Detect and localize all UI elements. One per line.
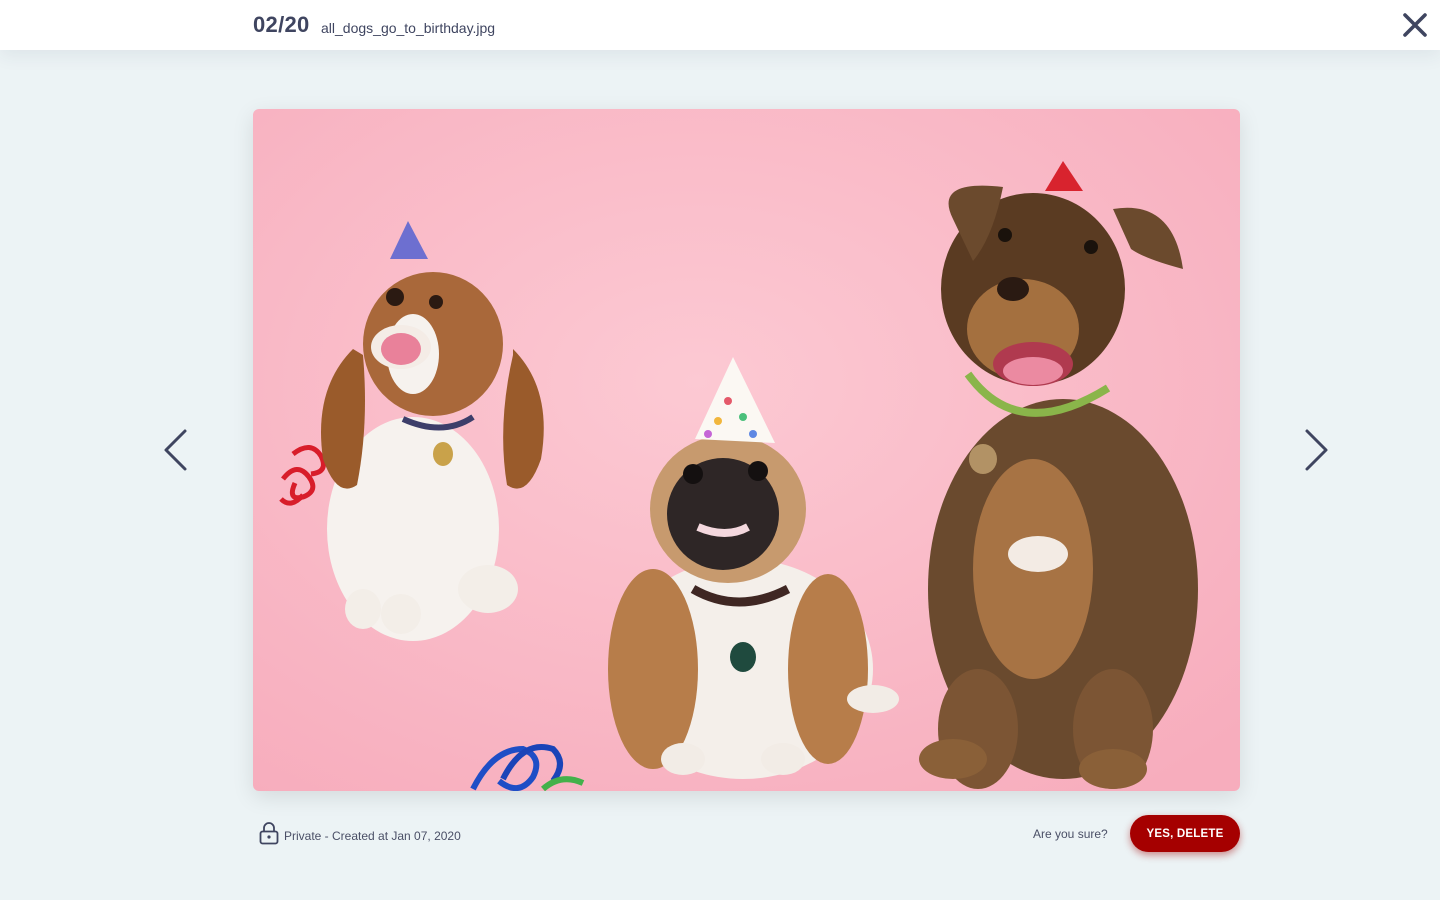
photo-preview bbox=[253, 109, 1240, 791]
image-meta: Private - Created at Jan 07, 2020 bbox=[259, 818, 461, 848]
privacy-created-date: Private - Created at Jan 07, 2020 bbox=[284, 829, 461, 843]
image-filename: all_dogs_go_to_birthday.jpg bbox=[321, 20, 496, 36]
next-image-button[interactable] bbox=[1296, 420, 1336, 480]
lock-icon bbox=[259, 822, 279, 845]
confirm-delete-button[interactable]: YES, DELETE bbox=[1130, 815, 1240, 852]
close-icon bbox=[1403, 13, 1427, 37]
previous-image-button[interactable] bbox=[156, 420, 196, 480]
dogs-photo bbox=[253, 109, 1240, 791]
close-button[interactable] bbox=[1400, 10, 1430, 40]
chevron-left-icon bbox=[164, 429, 187, 471]
delete-confirm-prompt: Are you sure? bbox=[1033, 827, 1108, 841]
chevron-right-icon bbox=[1305, 429, 1328, 471]
image-counter: 02/20 bbox=[253, 12, 310, 37]
viewer-header: 02/20 all_dogs_go_to_birthday.jpg bbox=[0, 0, 1440, 50]
brown-mix-dog bbox=[919, 161, 1198, 789]
